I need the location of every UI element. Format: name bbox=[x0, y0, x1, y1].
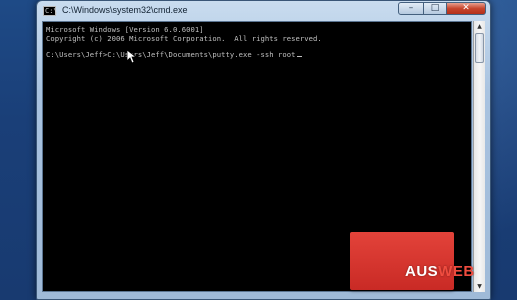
vertical-scrollbar[interactable]: ▲ ▼ bbox=[473, 21, 485, 292]
close-button[interactable]: ✕ bbox=[446, 2, 486, 15]
scroll-down-icon[interactable]: ▼ bbox=[474, 281, 485, 292]
ausweb-logo: AUSWEB bbox=[405, 263, 475, 280]
minimize-button[interactable]: – bbox=[398, 2, 424, 15]
logo-part-aus: AUS bbox=[405, 263, 439, 280]
console-line: Microsoft Windows [Version 6.0.6001] bbox=[46, 25, 204, 34]
command-text: C:\Users\Jeff>C:\Users\Jeff\Documents\pu… bbox=[46, 50, 296, 59]
logo-part-web: WEB bbox=[438, 263, 475, 280]
command-line[interactable]: C:\Users\Jeff>C:\Users\Jeff\Documents\pu… bbox=[46, 50, 302, 59]
scroll-up-icon[interactable]: ▲ bbox=[474, 21, 485, 32]
cmd-icon: C:\ bbox=[43, 6, 58, 16]
watermark-box bbox=[350, 232, 454, 290]
title-bar[interactable]: C:\ C:\Windows\system32\cmd.exe – □ ✕ bbox=[37, 1, 488, 21]
text-cursor bbox=[296, 56, 302, 57]
console-line: Copyright (c) 2006 Microsoft Corporation… bbox=[46, 34, 322, 43]
window-title: C:\Windows\system32\cmd.exe bbox=[62, 5, 188, 15]
scrollbar-thumb[interactable] bbox=[475, 33, 484, 63]
mouse-pointer-icon bbox=[127, 50, 137, 64]
maximize-button[interactable]: □ bbox=[423, 2, 447, 15]
